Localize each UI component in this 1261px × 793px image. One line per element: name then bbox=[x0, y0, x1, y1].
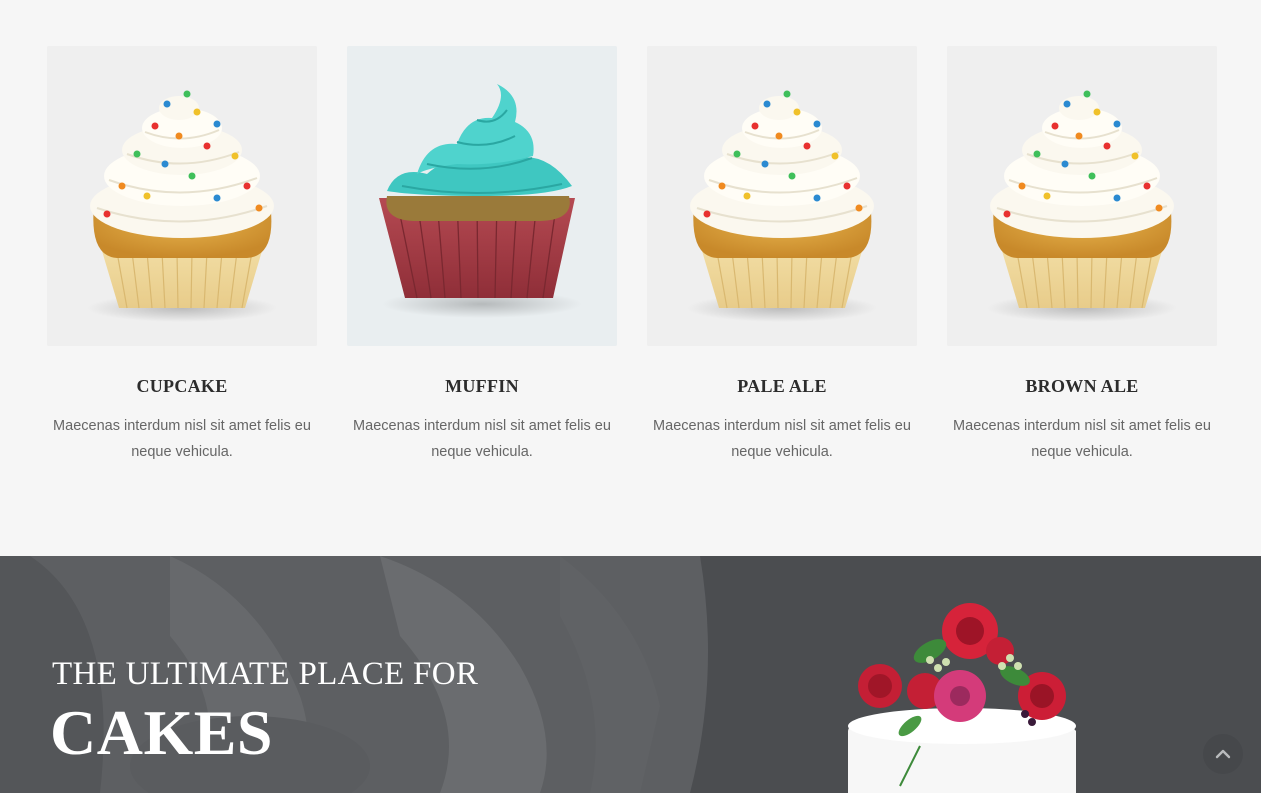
cupcake-image bbox=[647, 46, 917, 346]
product-card[interactable]: BROWN ALE Maecenas interdum nisl sit ame… bbox=[947, 46, 1217, 465]
product-title[interactable]: BROWN ALE bbox=[947, 376, 1217, 397]
scroll-to-top-button[interactable] bbox=[1203, 734, 1243, 774]
cupcake-image bbox=[47, 46, 317, 346]
hero-banner: THE ULTIMATE PLACE FOR CAKES bbox=[0, 556, 1261, 793]
products-section: CUPCAKE Maecenas interdum nisl sit amet … bbox=[0, 0, 1261, 556]
product-description: Maecenas interdum nisl sit amet felis eu… bbox=[653, 418, 911, 460]
product-card[interactable]: MUFFIN Maecenas interdum nisl sit amet f… bbox=[347, 46, 617, 465]
product-title[interactable]: MUFFIN bbox=[347, 376, 617, 397]
product-image[interactable] bbox=[647, 46, 917, 346]
product-description: Maecenas interdum nisl sit amet felis eu… bbox=[953, 418, 1211, 460]
product-card[interactable]: CUPCAKE Maecenas interdum nisl sit amet … bbox=[47, 46, 317, 465]
product-image[interactable] bbox=[47, 46, 317, 346]
product-description: Maecenas interdum nisl sit amet felis eu… bbox=[53, 418, 311, 460]
product-image[interactable] bbox=[347, 46, 617, 346]
chevron-up-icon bbox=[1215, 749, 1231, 759]
hero-title: CAKES bbox=[50, 697, 273, 768]
product-title[interactable]: PALE ALE bbox=[647, 376, 917, 397]
muffin-image bbox=[347, 46, 617, 346]
product-card[interactable]: PALE ALE Maecenas interdum nisl sit amet… bbox=[647, 46, 917, 465]
cake-image bbox=[848, 603, 1076, 793]
hero-subtitle: THE ULTIMATE PLACE FOR bbox=[52, 656, 479, 692]
product-title[interactable]: CUPCAKE bbox=[47, 376, 317, 397]
cupcake-image bbox=[947, 46, 1217, 346]
product-image[interactable] bbox=[947, 46, 1217, 346]
product-description: Maecenas interdum nisl sit amet felis eu… bbox=[353, 418, 611, 460]
